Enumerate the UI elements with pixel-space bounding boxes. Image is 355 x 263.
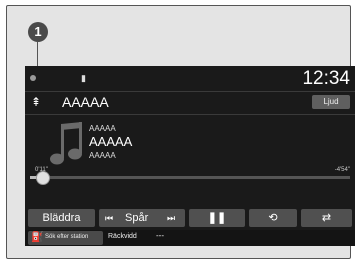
divider [25,114,355,115]
usb-icon: ⇞ [31,95,42,109]
status-bar: ▮ 12:34 [25,66,355,90]
repeat-button[interactable]: ⟲ [249,209,297,227]
control-bar: Bläddra ⏮ Spår ⏭ ❚❚ ⟲ ⇄ [28,209,352,227]
skip-forward-icon[interactable]: ⏭ [167,209,175,227]
repeat-icon: ⟲ [268,212,278,224]
pause-icon: ❚❚ [207,212,227,224]
track-artist: AAAAA [89,124,116,133]
progress-track[interactable] [30,176,350,179]
status-dot-icon [30,75,36,81]
music-note-icon [50,122,82,165]
fuel-search-label: Sök efter station [45,234,89,240]
sound-button[interactable]: Ljud [312,95,350,109]
callout-leader-line [37,42,38,68]
usb-status-icon: ▮ [81,73,86,83]
pause-button[interactable]: ❚❚ [189,209,245,227]
track-skip-group: ⏮ Spår ⏭ [99,209,185,227]
callout-marker: 1 [28,22,48,42]
footer-bar: ⛽ Sök efter station Räckvidd --- [25,230,355,246]
track-title: AAAAA [89,134,133,149]
clock: 12:34 [302,68,350,89]
shuffle-button[interactable]: ⇄ [301,209,352,227]
browse-button[interactable]: Bläddra [28,209,95,227]
remaining-time: -4'54" [334,167,350,173]
progress-handle[interactable] [35,171,50,185]
audio-screen: ▮ 12:34 ⇞ AAAAA Ljud AAAAA AAAAA AAAAA 0… [25,66,355,246]
range-label: Räckvidd [108,233,137,240]
track-album: AAAAA [89,151,116,160]
source-row: ⇞ AAAAA Ljud [25,93,355,113]
range-value: --- [156,231,164,240]
source-title: AAAAA [62,94,109,110]
divider [25,91,355,92]
fuel-pump-icon: ⛽ [31,232,44,243]
track-label: Spår [125,212,149,224]
shuffle-icon: ⇄ [321,212,332,224]
skip-back-icon[interactable]: ⏮ [105,209,113,227]
fuel-search-button[interactable]: ⛽ Sök efter station [28,231,103,245]
